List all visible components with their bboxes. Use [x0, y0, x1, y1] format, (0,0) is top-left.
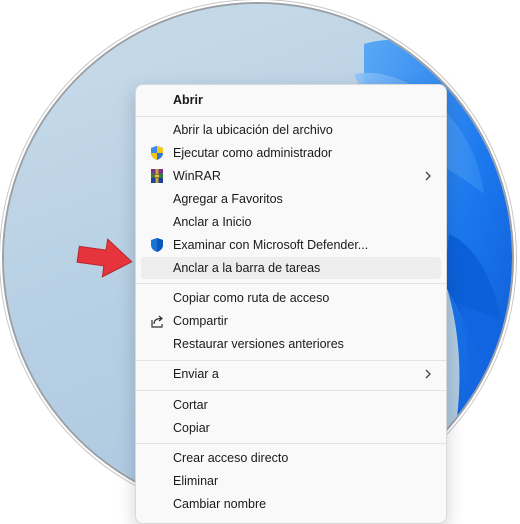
winrar-icon: [151, 169, 163, 183]
menu-item-add-to-favorites[interactable]: Agregar a Favoritos: [141, 188, 441, 210]
menu-item-label: Abrir la ubicación del archivo: [173, 123, 333, 137]
menu-item-scan-defender[interactable]: Examinar con Microsoft Defender...: [141, 234, 441, 256]
menu-item-label: Enviar a: [173, 367, 219, 381]
menu-item-pin-to-start[interactable]: Anclar a Inicio: [141, 211, 441, 233]
menu-item-label: Eliminar: [173, 474, 219, 488]
menu-item-label: Copiar como ruta de acceso: [173, 291, 330, 305]
menu-item-rename[interactable]: Cambiar nombre: [141, 493, 441, 515]
menu-item-label: WinRAR: [173, 169, 221, 183]
menu-item-label: Anclar a Inicio: [173, 215, 252, 229]
menu-item-winrar[interactable]: WinRAR: [141, 165, 441, 187]
menu-item-abrir[interactable]: Abrir: [141, 89, 441, 111]
menu-item-create-shortcut[interactable]: Crear acceso directo: [141, 447, 441, 469]
menu-item-label: Agregar a Favoritos: [173, 192, 283, 206]
menu-item-label: Anclar a la barra de tareas: [173, 261, 321, 275]
menu-item-label: Copiar: [173, 421, 210, 435]
menu-separator: [136, 390, 446, 391]
menu-item-restore-previous-versions[interactable]: Restaurar versiones anteriores: [141, 333, 441, 355]
menu-item-label: Crear acceso directo: [173, 451, 289, 465]
menu-item-delete[interactable]: Eliminar: [141, 470, 441, 492]
menu-item-send-to[interactable]: Enviar a: [141, 363, 441, 385]
menu-item-run-as-admin[interactable]: Ejecutar como administrador: [141, 142, 441, 164]
share-icon: [151, 315, 163, 328]
menu-item-label: Compartir: [173, 314, 228, 328]
menu-item-label: Cambiar nombre: [173, 497, 267, 511]
menu-item-label: Abrir: [173, 93, 203, 107]
menu-item-label: Examinar con Microsoft Defender...: [173, 238, 369, 252]
chevron-right-icon: [425, 171, 431, 181]
menu-item-label: Cortar: [173, 398, 208, 412]
screenshot-frame: Abrir Abrir la ubicación del archivo Eje…: [0, 0, 520, 524]
menu-item-share[interactable]: Compartir: [141, 310, 441, 332]
menu-item-copy-as-path[interactable]: Copiar como ruta de acceso: [141, 287, 441, 309]
menu-separator: [136, 443, 446, 444]
menu-separator: [136, 283, 446, 284]
red-pointer-arrow-icon: [76, 238, 133, 278]
menu-separator: [136, 360, 446, 361]
uac-shield-icon: [151, 146, 163, 160]
menu-item-label: Restaurar versiones anteriores: [173, 337, 344, 351]
chevron-right-icon: [425, 369, 431, 379]
menu-separator: [136, 116, 446, 117]
defender-shield-icon: [151, 238, 163, 252]
context-menu: Abrir Abrir la ubicación del archivo Eje…: [135, 84, 447, 524]
menu-item-open-file-location[interactable]: Abrir la ubicación del archivo: [141, 119, 441, 141]
menu-item-copy[interactable]: Copiar: [141, 417, 441, 439]
menu-item-label: Ejecutar como administrador: [173, 146, 333, 160]
menu-item-cut[interactable]: Cortar: [141, 394, 441, 416]
menu-item-pin-to-taskbar[interactable]: Anclar a la barra de tareas: [141, 257, 441, 279]
